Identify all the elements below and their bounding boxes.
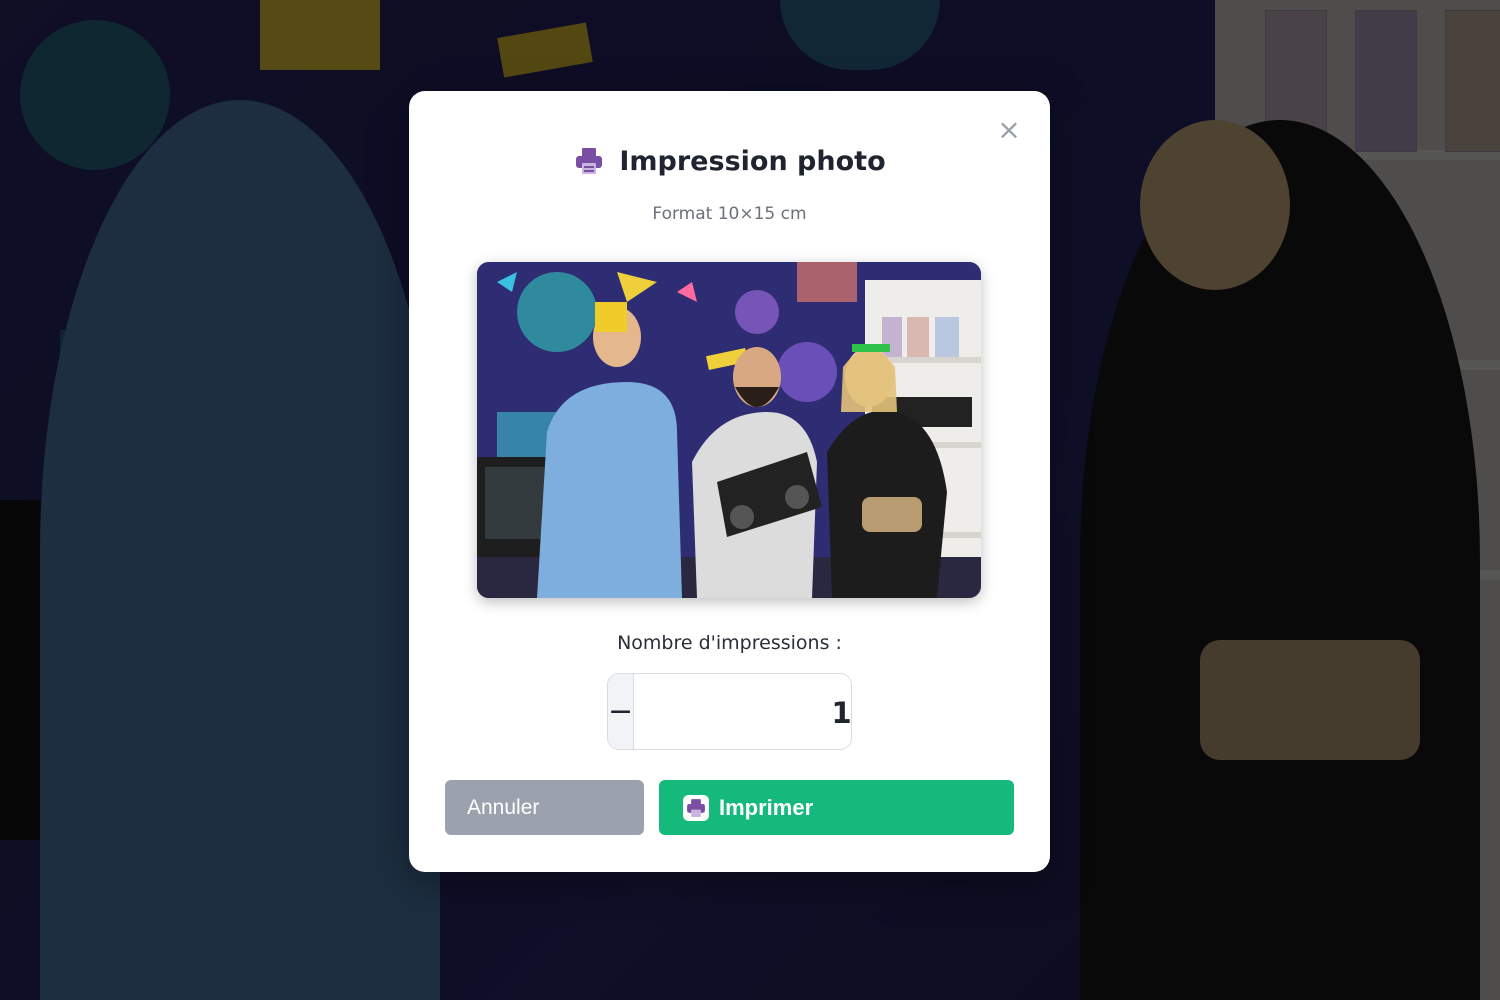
print-button-label: Imprimer (719, 794, 814, 820)
decrement-button[interactable]: − (608, 674, 635, 749)
print-count-label: Nombre d'impressions : (617, 632, 842, 654)
quantity-stepper: − + (607, 673, 852, 750)
print-button[interactable]: Imprimer (659, 780, 1014, 835)
dialog-title: Impression photo (619, 145, 886, 177)
close-button[interactable]: × (996, 116, 1022, 144)
printer-icon (573, 145, 605, 177)
print-count-input[interactable] (634, 674, 851, 749)
photo-preview (477, 262, 981, 598)
cancel-button[interactable]: Annuler (445, 780, 644, 835)
dialog-header: Impression photo (409, 141, 1050, 181)
printer-icon (683, 794, 709, 821)
print-format: Format 10×15 cm (652, 204, 807, 224)
print-dialog: × Impression photo Format 10×15 cm Nombr… (409, 91, 1050, 872)
